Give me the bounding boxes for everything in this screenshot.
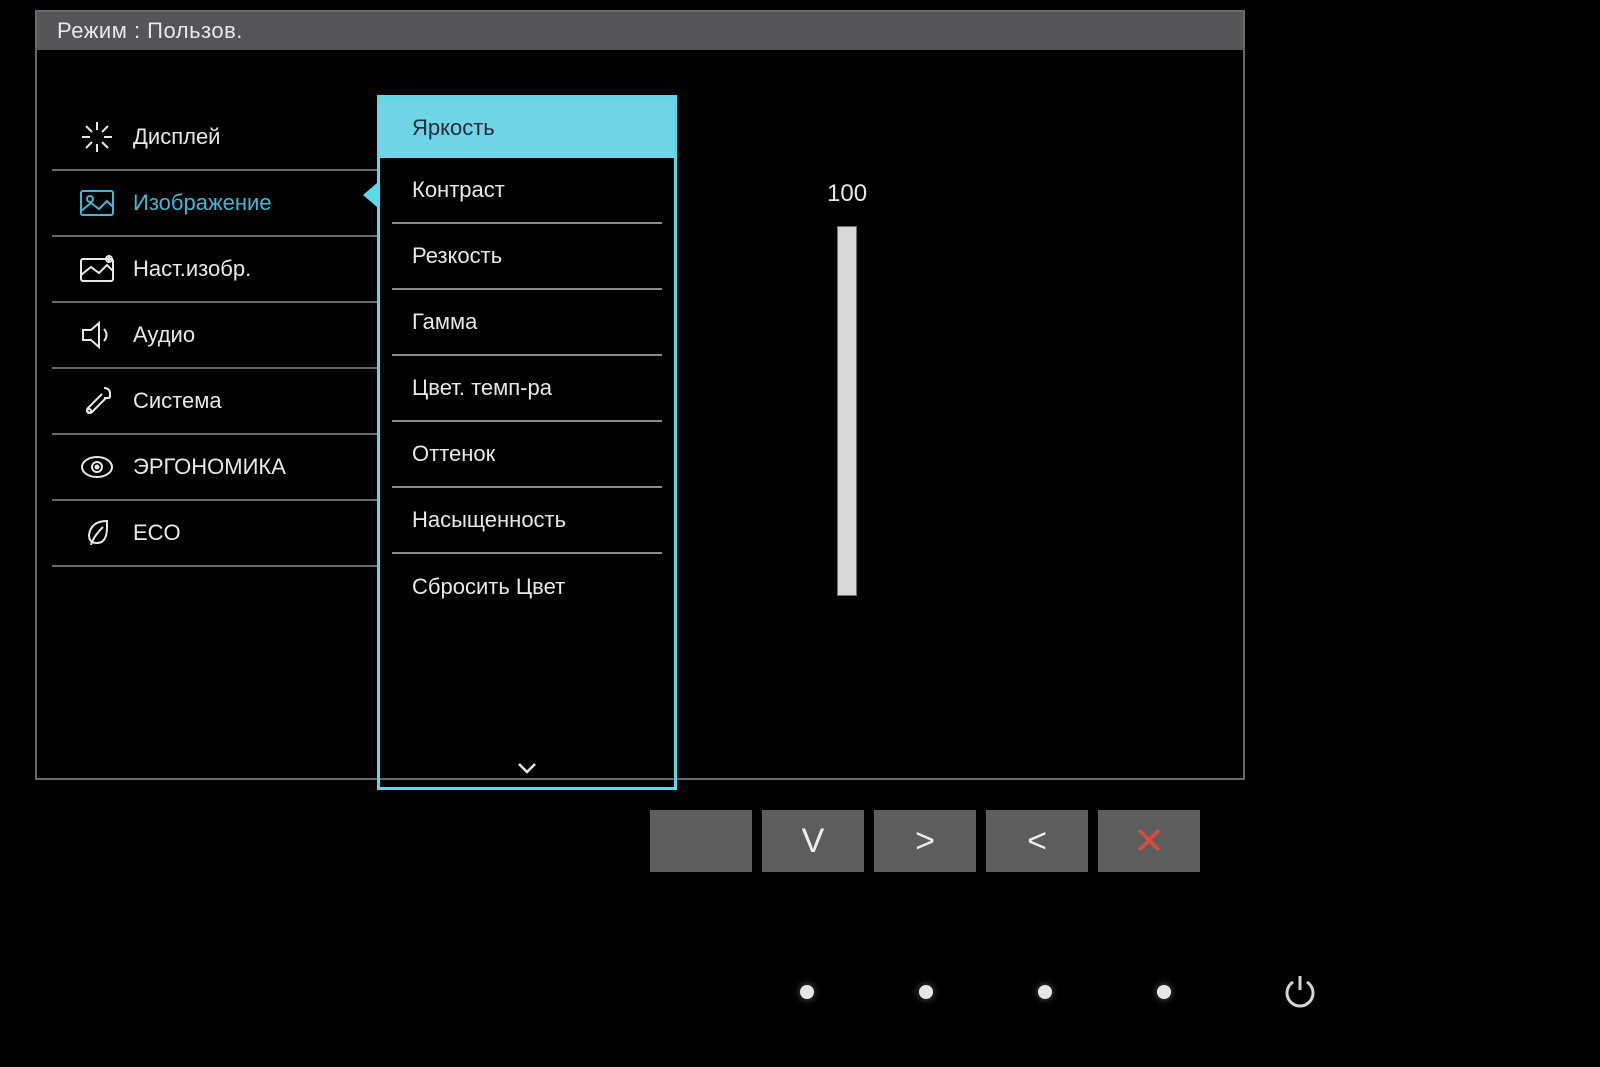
sidebar-item-label: Наст.изобр.: [133, 256, 251, 282]
submenu-item-label: Резкость: [412, 243, 502, 269]
osd-button-right[interactable]: >: [874, 810, 976, 872]
osd-header: Режим : Пользов.: [37, 12, 1243, 50]
submenu-item-label: Гамма: [412, 309, 477, 335]
value-number: 100: [827, 180, 867, 208]
submenu-item-reset-color[interactable]: Сбросить Цвет: [392, 554, 662, 620]
sidebar: Дисплей Изображение: [37, 50, 377, 778]
osd-body: Дисплей Изображение: [37, 50, 1243, 778]
submenu-item-label: Сбросить Цвет: [412, 574, 565, 600]
right-icon: >: [915, 822, 935, 861]
submenu-item-label: Яркость: [412, 115, 495, 141]
system-icon: [77, 383, 117, 419]
sidebar-item-system[interactable]: Система: [52, 369, 377, 435]
submenu-item-sharpness[interactable]: Резкость: [392, 224, 662, 290]
submenu-item-gamma[interactable]: Гамма: [392, 290, 662, 356]
sidebar-item-label: ЭРГОНОМИКА: [133, 454, 286, 480]
osd-button-blank[interactable]: [650, 810, 752, 872]
mode-label: Режим : Пользов.: [57, 18, 243, 43]
value-pane: 100: [677, 50, 1243, 778]
sidebar-item-eco[interactable]: ECO: [52, 501, 377, 567]
left-icon: <: [1027, 822, 1047, 861]
bezel-dot[interactable]: [1038, 985, 1052, 999]
sidebar-item-ergo[interactable]: ЭРГОНОМИКА: [52, 435, 377, 501]
sidebar-item-label: Изображение: [133, 190, 272, 216]
osd-button-left[interactable]: <: [986, 810, 1088, 872]
v-icon: V: [802, 822, 825, 861]
sidebar-item-label: Система: [133, 388, 222, 414]
sidebar-item-label: ECO: [133, 520, 181, 546]
power-icon[interactable]: [1280, 972, 1320, 1012]
picture-adv-icon: [77, 251, 117, 287]
osd-window: Режим : Пользов. Дисплей: [35, 10, 1245, 780]
bezel-dot[interactable]: [1157, 985, 1171, 999]
eco-icon: [77, 515, 117, 551]
sidebar-item-label: Аудио: [133, 322, 195, 348]
osd-button-down[interactable]: V: [762, 810, 864, 872]
sidebar-item-picture-adv[interactable]: Наст.изобр.: [52, 237, 377, 303]
sidebar-item-display[interactable]: Дисплей: [52, 105, 377, 171]
submenu-item-label: Цвет. темп-ра: [412, 375, 552, 401]
display-icon: [77, 119, 117, 155]
bezel-dot[interactable]: [919, 985, 933, 999]
sidebar-item-picture[interactable]: Изображение: [52, 171, 377, 237]
submenu-box: Яркость Контраст Резкость Гамма Цвет. те…: [377, 95, 677, 790]
submenu-item-brightness[interactable]: Яркость: [380, 98, 674, 158]
osd-button-close[interactable]: ✕: [1098, 810, 1200, 872]
submenu-item-hue[interactable]: Оттенок: [392, 422, 662, 488]
close-icon: ✕: [1133, 819, 1165, 864]
submenu-pointer: [363, 183, 377, 207]
ergo-icon: [77, 449, 117, 485]
submenu-item-contrast[interactable]: Контраст: [392, 158, 662, 224]
bezel-dots: [800, 985, 1171, 999]
audio-icon: [77, 317, 117, 353]
value-slider[interactable]: [837, 226, 857, 596]
submenu-column: Яркость Контраст Резкость Гамма Цвет. те…: [377, 95, 677, 758]
submenu-item-saturation[interactable]: Насыщенность: [392, 488, 662, 554]
submenu-item-label: Оттенок: [412, 441, 495, 467]
sidebar-item-label: Дисплей: [133, 124, 220, 150]
sidebar-item-audio[interactable]: Аудио: [52, 303, 377, 369]
picture-icon: [77, 185, 117, 221]
bezel-dot[interactable]: [800, 985, 814, 999]
submenu-item-label: Контраст: [412, 177, 505, 203]
osd-button-row: V > < ✕: [650, 810, 1200, 872]
value-slider-fill: [838, 227, 856, 595]
chevron-down-icon[interactable]: [516, 758, 538, 781]
submenu-item-color-temp[interactable]: Цвет. темп-ра: [392, 356, 662, 422]
submenu-item-label: Насыщенность: [412, 507, 566, 533]
